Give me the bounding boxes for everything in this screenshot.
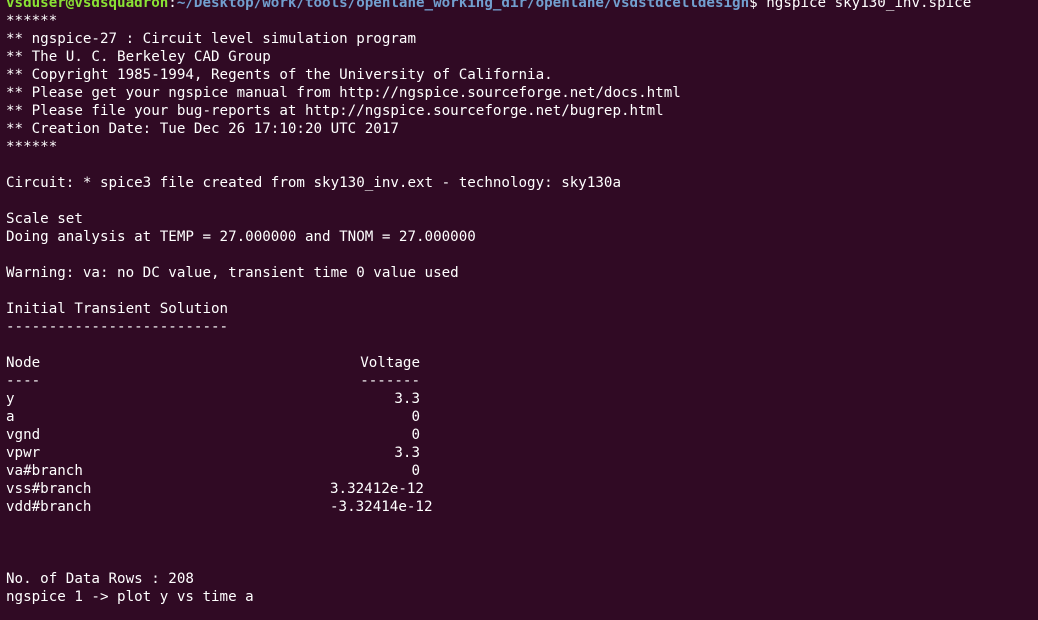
banner-line: ** Creation Date: Tue Dec 26 17:10:20 UT… xyxy=(6,121,399,137)
prompt-user-host: vsduser@vsdsquadron xyxy=(6,0,169,11)
banner-line: ** Please get your ngspice manual from h… xyxy=(6,85,681,101)
table-header: Node Voltage xyxy=(6,354,1038,372)
node-name: vpwr xyxy=(6,445,41,461)
terminal-window[interactable]: vsduser@vsdsquadron:~/Desktop/work/tools… xyxy=(0,0,1038,620)
node-name: vgnd xyxy=(6,427,41,443)
table-row: vss#branch 3.32412e-12 xyxy=(6,480,1038,498)
banner-line: ** ngspice-27 : Circuit level simulation… xyxy=(6,31,416,47)
analysis-line: Doing analysis at TEMP = 27.000000 and T… xyxy=(6,229,476,245)
table-rule: ---- ------- xyxy=(6,372,1038,390)
node-voltage: 3.32412e-12 xyxy=(330,481,424,497)
solution-rule: -------------------------- xyxy=(6,319,229,335)
table-row: vpwr 3.3 xyxy=(6,444,1038,462)
table-header-voltage: Voltage xyxy=(360,355,420,371)
table-row: va#branch 0 xyxy=(6,462,1038,480)
prompt-path: ~/Desktop/work/tools/openlane_working_di… xyxy=(176,0,750,11)
banner-line: ** The U. C. Berkeley CAD Group xyxy=(6,49,271,65)
warning-line: Warning: va: no DC value, transient time… xyxy=(6,265,459,281)
ngspice-prompt-line[interactable]: ngspice 1 -> plot y vs time a xyxy=(6,588,1038,606)
node-name: va#branch xyxy=(6,463,83,479)
data-rows-line: No. of Data Rows : 208 xyxy=(6,571,194,587)
banner-line: ** Please file your bug-reports at http:… xyxy=(6,103,664,119)
node-voltage: 0 xyxy=(411,409,420,425)
banner-line: ****** xyxy=(6,139,58,155)
node-voltage: 0 xyxy=(411,427,420,443)
table-row: vdd#branch -3.32414e-12 xyxy=(6,498,1038,516)
solution-title: Initial Transient Solution xyxy=(6,301,229,317)
node-name: vdd#branch xyxy=(6,499,92,515)
shell-command: ngspice sky130_inv.spice xyxy=(766,0,972,11)
table-rule-node: ---- xyxy=(6,373,41,389)
node-voltage: 0 xyxy=(411,463,420,479)
node-voltage: 3.3 xyxy=(394,445,420,461)
node-name: vss#branch xyxy=(6,481,92,497)
node-voltage: -3.32414e-12 xyxy=(330,499,433,515)
table-row: y 3.3 xyxy=(6,390,1038,408)
ngspice-command[interactable]: plot y vs time a xyxy=(117,589,254,605)
table-header-node: Node xyxy=(6,355,41,371)
table-rule-voltage: ------- xyxy=(360,373,420,389)
scale-line: Scale set xyxy=(6,211,83,227)
node-voltage: 3.3 xyxy=(394,391,420,407)
node-name: a xyxy=(6,409,15,425)
circuit-line: Circuit: * spice3 file created from sky1… xyxy=(6,175,621,191)
table-row: a0 xyxy=(6,408,1038,426)
node-name: y xyxy=(6,391,15,407)
banner-line: ** Copyright 1985-1994, Regents of the U… xyxy=(6,67,553,83)
prompt-colon: : xyxy=(168,0,177,11)
shell-prompt-line: vsduser@vsdsquadron:~/Desktop/work/tools… xyxy=(6,0,1038,12)
prompt-symbol: $ xyxy=(749,0,767,11)
banner-line: ****** xyxy=(6,13,58,29)
table-row: vgnd 0 xyxy=(6,426,1038,444)
ngspice-prompt: ngspice 1 -> xyxy=(6,589,118,605)
